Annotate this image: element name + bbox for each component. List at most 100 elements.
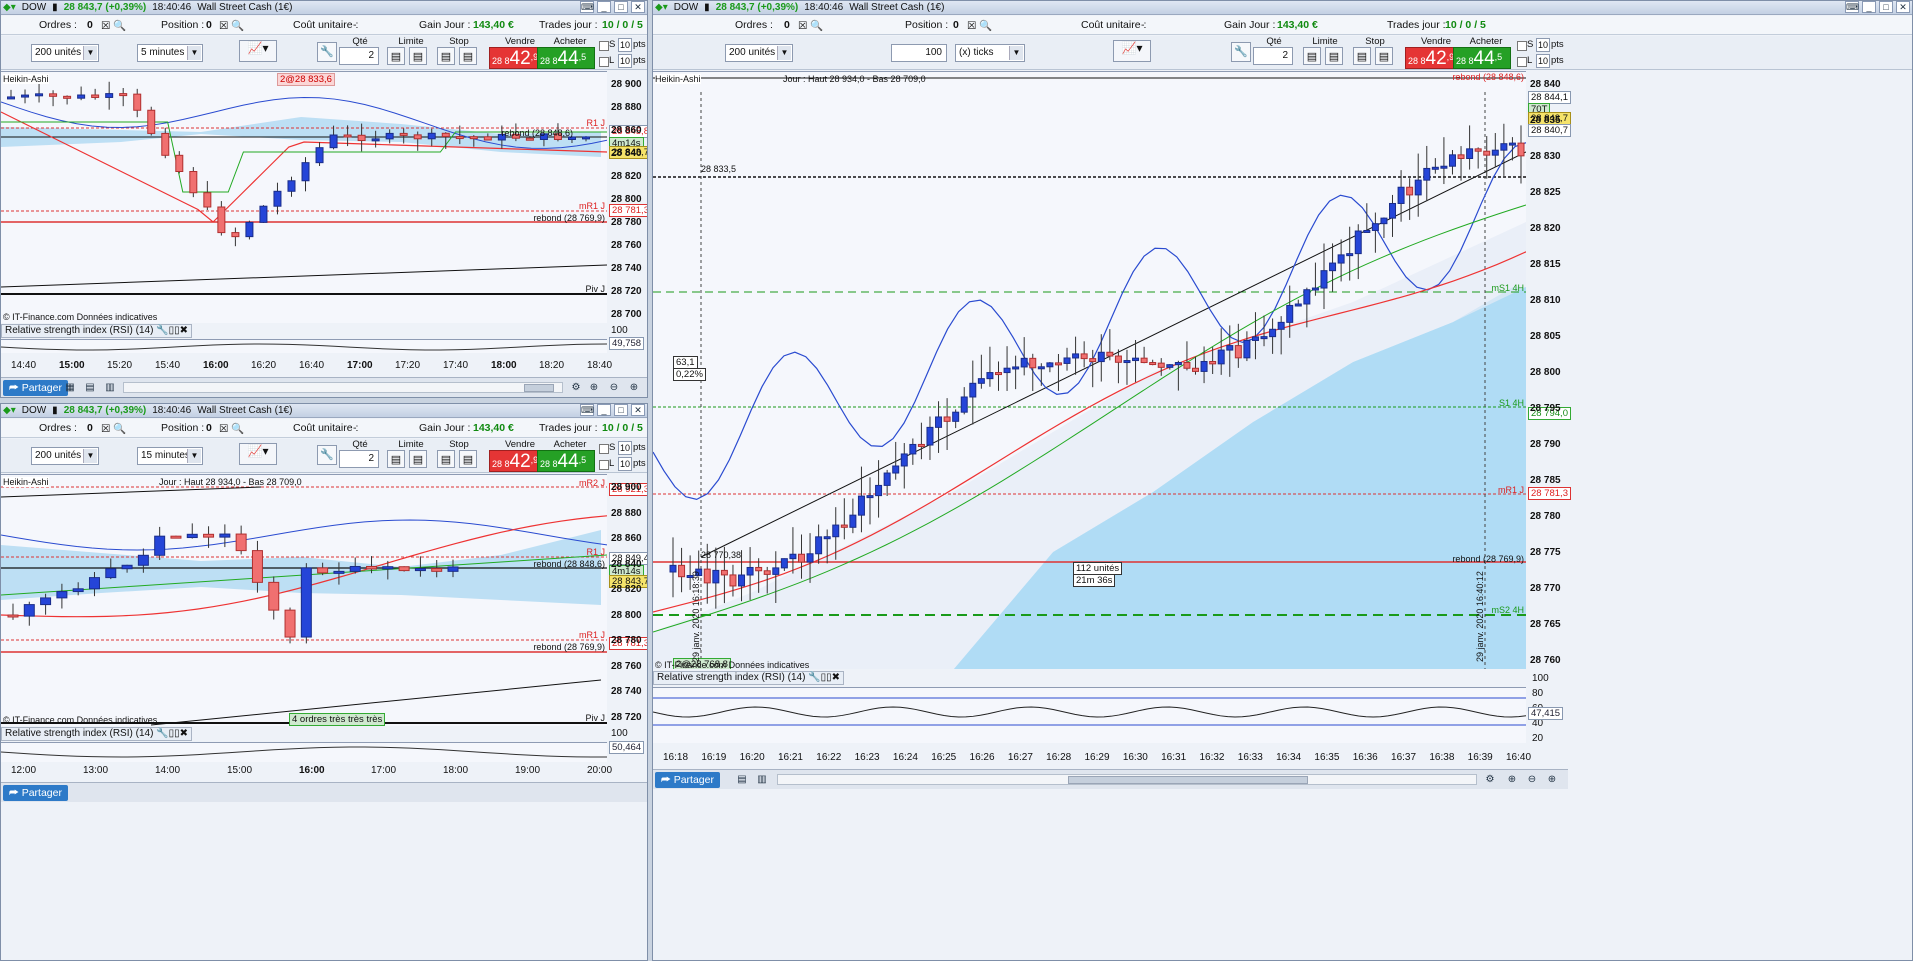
maximize-button[interactable]: □ <box>614 404 628 416</box>
wrench-icon[interactable]: 🔧 <box>317 445 337 465</box>
info-icon[interactable]: ▮ <box>52 405 58 416</box>
stop-checkbox[interactable] <box>1517 41 1527 51</box>
settings-icon[interactable]: ▥ <box>103 381 117 395</box>
settings-icon[interactable]: ▥ <box>755 773 769 787</box>
stop-buy-icon[interactable]: ▤ <box>1353 47 1371 65</box>
window-titlebar[interactable]: ◆▾ DOW ▮ 28 843,7 (+0,39%) 18:40:46 Wall… <box>1 1 647 15</box>
stop-sell-icon[interactable]: ▤ <box>459 450 477 468</box>
position-zoom-icon[interactable]: ☒ 🔍 <box>219 422 244 435</box>
minimize-button[interactable]: _ <box>597 404 611 416</box>
orders-close-icon[interactable]: ☒ 🔍 <box>101 19 126 32</box>
limit-checkbox[interactable] <box>1517 57 1527 67</box>
share-button[interactable]: ⮫ Partager <box>3 785 68 801</box>
time-axis[interactable]: 16:18 16:19 16:20 16:21 16:22 16:23 16:24 16:25… <box>653 751 1531 767</box>
chart-settings-icon[interactable]: ⚙ <box>569 381 583 395</box>
maximize-button[interactable]: □ <box>614 1 628 13</box>
zoom-fit-icon[interactable]: ⊕ <box>587 381 601 395</box>
qty-input[interactable]: 2 <box>1253 47 1293 65</box>
stop-sell-icon[interactable]: ▤ <box>1375 47 1393 65</box>
zoom-in-icon[interactable]: ⊕ <box>627 381 641 395</box>
maximize-button[interactable]: □ <box>1879 1 1893 13</box>
zoom-in-icon[interactable]: ⊕ <box>1545 773 1559 787</box>
buy-button[interactable]: 28 844,5 <box>537 450 595 472</box>
price-axis[interactable]: 28 921,3 28 849,4 4m14s 28 843,7 28 781,3 28 … <box>607 474 647 726</box>
stop-pts-input[interactable]: 10 <box>1536 38 1550 52</box>
rsi-panel[interactable] <box>653 687 1526 743</box>
zoom-fit-icon[interactable]: ⊕ <box>1505 773 1519 787</box>
limit-buy-icon[interactable]: ▤ <box>387 450 405 468</box>
close-button[interactable]: ✕ <box>631 1 645 13</box>
wrench-icon[interactable]: 🔧 <box>317 42 337 62</box>
chart-type-button[interactable]: 📈▾ <box>239 443 277 465</box>
timeframe-select[interactable]: 5 minutes ▼ <box>137 44 203 62</box>
time-axis[interactable]: 12:00 13:00 14:00 15:00 16:00 17:00 18:00 19:00… <box>1 764 612 780</box>
close-button[interactable]: ✕ <box>631 404 645 416</box>
stop-pts-input[interactable]: 10 <box>618 38 632 52</box>
position-zoom-icon[interactable]: ☒ 🔍 <box>967 19 992 32</box>
scrollbar-thumb[interactable] <box>524 384 554 392</box>
qty-input[interactable]: 2 <box>339 47 379 65</box>
units-select[interactable]: 200 unités ▼ <box>31 447 99 465</box>
position-zoom-icon[interactable]: ☒ 🔍 <box>219 19 244 32</box>
minimize-button[interactable]: _ <box>597 1 611 13</box>
stop-checkbox[interactable] <box>599 444 609 454</box>
stop-sell-icon[interactable]: ▤ <box>459 47 477 65</box>
app-menu-icon[interactable]: ◆▾ <box>3 405 16 416</box>
app-menu-icon[interactable]: ◆▾ <box>3 2 16 13</box>
ticks-input[interactable]: 100 <box>891 44 947 62</box>
rsi-header[interactable]: Relative strength index (RSI) (14) 🔧▯▯✖ <box>1 727 193 741</box>
orders-zoom-icon[interactable]: ☒ 🔍 <box>798 19 823 32</box>
price-axis[interactable]: 28 845,8 4m14s 28 843,7 28 781,3 28 900 28 88… <box>607 71 647 323</box>
limit-buy-icon[interactable]: ▤ <box>1303 47 1321 65</box>
keyboard-icon[interactable]: ⌨ <box>580 404 594 416</box>
time-scrollbar[interactable] <box>123 382 563 393</box>
ticks-unit-select[interactable]: (x) ticks ▼ <box>955 44 1025 62</box>
limit-sell-icon[interactable]: ▤ <box>1325 47 1343 65</box>
share-button[interactable]: ⮫ Partager <box>3 380 68 396</box>
share-button[interactable]: ⮫ Partager <box>655 772 720 788</box>
chart-settings-icon[interactable]: ⚙ <box>1483 773 1497 787</box>
stop-pts-input[interactable]: 10 <box>618 441 632 455</box>
units-select[interactable]: 200 unités ▼ <box>725 44 793 62</box>
stop-buy-icon[interactable]: ▤ <box>437 47 455 65</box>
chart-type-button[interactable]: 📈▾ <box>239 40 277 62</box>
rsi-header[interactable]: Relative strength index (RSI) (14) 🔧▯▯✖ <box>1 324 193 338</box>
orders-zoom-icon[interactable]: ☒ 🔍 <box>101 422 126 435</box>
keyboard-icon[interactable]: ⌨ <box>1845 1 1859 13</box>
keyboard-icon[interactable]: ⌨ <box>580 1 594 13</box>
limit-sell-icon[interactable]: ▤ <box>409 450 427 468</box>
info-icon[interactable]: ▮ <box>704 2 710 13</box>
chart-type-button[interactable]: 📈▾ <box>1113 40 1151 62</box>
timeframe-select[interactable]: 15 minutes ▼ <box>137 447 203 465</box>
price-chart-5min[interactable]: R1 J rebond (28 848,6) mR1 J rebond (28 769… <box>1 71 607 323</box>
limit-buy-icon[interactable]: ▤ <box>387 47 405 65</box>
zoom-out-icon[interactable]: ⊖ <box>1525 773 1539 787</box>
print-icon[interactable]: ▤ <box>735 773 749 787</box>
buy-button[interactable]: 28 844,5 <box>537 47 595 69</box>
time-axis[interactable]: 14:40 15:00 15:20 15:40 16:00 16:20 16:40 17:00… <box>1 359 612 375</box>
stop-buy-icon[interactable]: ▤ <box>437 450 455 468</box>
app-menu-icon[interactable]: ◆▾ <box>655 2 668 13</box>
limit-pts-input[interactable]: 10 <box>618 54 632 68</box>
price-chart-ticks[interactable]: Heikin-Ashi Jour : Haut 28 934,0 - Bas 28… <box>653 71 1526 669</box>
limit-checkbox[interactable] <box>599 57 609 67</box>
window-titlebar[interactable]: ◆▾ DOW ▮ 28 843,7 (+0,39%) 18:40:46 Wall… <box>653 1 1912 15</box>
limit-pts-input[interactable]: 10 <box>1536 54 1550 68</box>
scrollbar-thumb[interactable] <box>1068 776 1308 784</box>
price-axis[interactable]: 28 844,1 70T 28 843,7 28 840,7 28 794,0 28 78… <box>1526 71 1571 669</box>
close-button[interactable]: ✕ <box>1896 1 1910 13</box>
price-chart-15min[interactable]: Jour : Haut 28 934,0 - Bas 28 709,0 mR2 J… <box>1 474 607 726</box>
limit-pts-input[interactable]: 10 <box>618 457 632 471</box>
rsi-header[interactable]: Relative strength index (RSI) (14) 🔧▯▯✖ <box>653 671 845 685</box>
window-titlebar[interactable]: ◆▾ DOW ▮ 28 843,7 (+0,39%) 18:40:46 Wall… <box>1 404 647 418</box>
time-scrollbar[interactable] <box>777 774 1477 785</box>
limit-sell-icon[interactable]: ▤ <box>409 47 427 65</box>
minimize-button[interactable]: _ <box>1862 1 1876 13</box>
buy-button[interactable]: 28 844,5 <box>1453 47 1511 69</box>
wrench-icon[interactable]: 🔧 <box>1231 42 1251 62</box>
units-select[interactable]: 200 unités ▼ <box>31 44 99 62</box>
zoom-out-icon[interactable]: ⊖ <box>607 381 621 395</box>
stop-checkbox[interactable] <box>599 41 609 51</box>
rsi-panel[interactable] <box>1 742 607 762</box>
rsi-panel[interactable] <box>1 339 607 353</box>
